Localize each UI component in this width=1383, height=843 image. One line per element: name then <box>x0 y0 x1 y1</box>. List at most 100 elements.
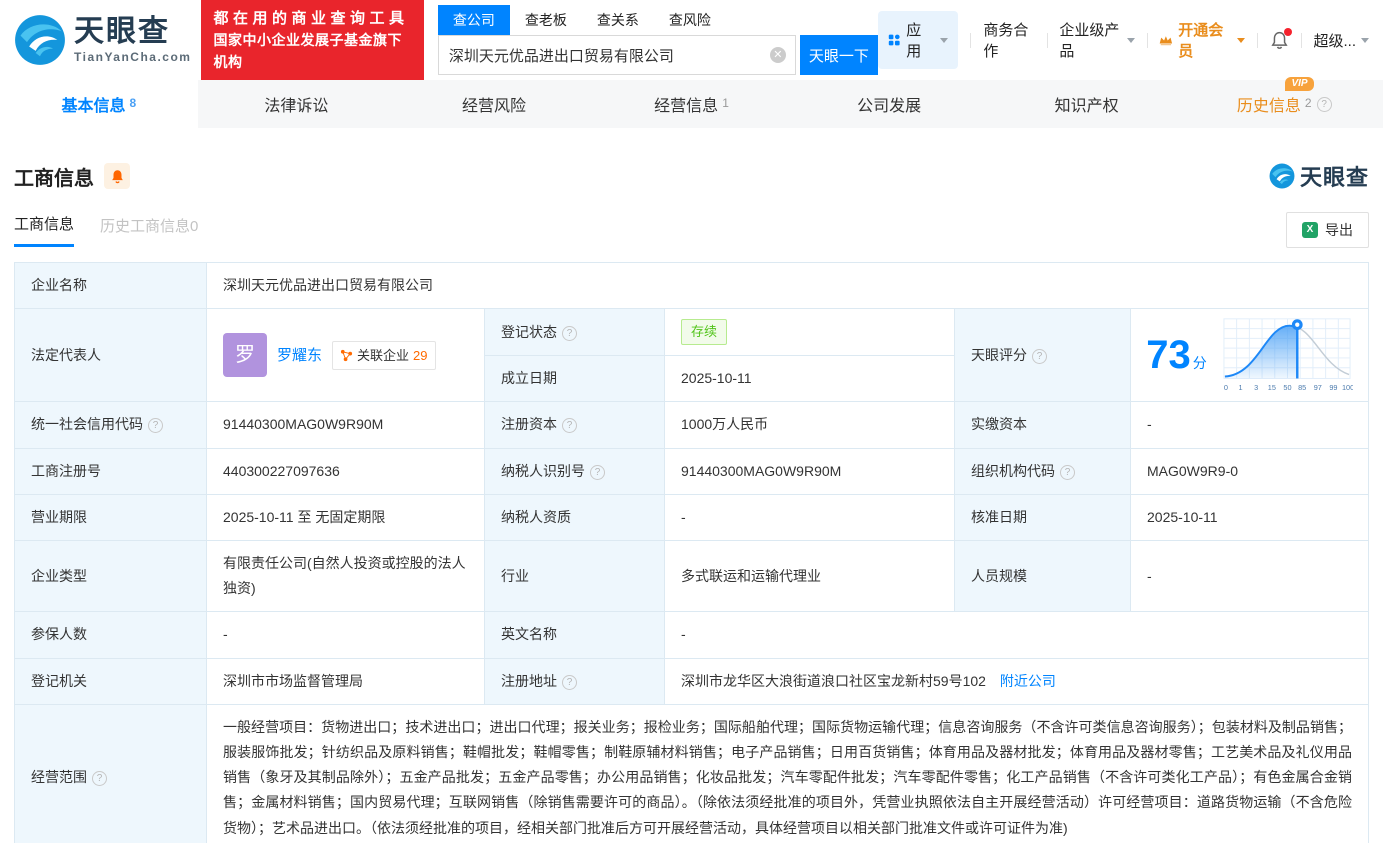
tab-label: 基本信息 <box>61 92 125 116</box>
taxpayer-quality-value: - <box>665 494 955 540</box>
export-button[interactable]: 导出 <box>1286 212 1369 248</box>
search-button[interactable]: 天眼一下 <box>800 35 878 75</box>
reg-status-value: 存续 <box>665 309 955 356</box>
section-title: 工商信息 <box>14 162 94 191</box>
table-row: 登记机关 深圳市市场监督管理局 注册地址 深圳市龙华区大浪街道浪口社区宝龙新村5… <box>15 658 1369 704</box>
score-label: 天眼评分 <box>955 309 1131 402</box>
tianyancha-logo[interactable]: 天眼查 TianYanCha.com <box>14 14 191 66</box>
related-companies-badge[interactable]: 关联企业 29 <box>332 341 435 370</box>
tab-count: 2 <box>1305 96 1312 110</box>
divider <box>1257 33 1258 48</box>
approval-date-label: 核准日期 <box>955 494 1131 540</box>
table-row: 营业期限 2025-10-11 至 无固定期限 纳税人资质 - 核准日期 202… <box>15 494 1369 540</box>
svg-text:50: 50 <box>1283 384 1291 393</box>
tab-company-development[interactable]: 公司发展 <box>790 80 988 128</box>
tab-history-info[interactable]: VIP 历史信息 2 <box>1185 80 1383 128</box>
related-companies-count: 29 <box>413 344 427 367</box>
help-icon[interactable] <box>562 418 577 433</box>
nearby-companies-link[interactable]: 附近公司 <box>1000 673 1056 689</box>
score-cell: 73分 <box>1131 309 1369 402</box>
reg-capital-value: 1000万人民币 <box>665 402 955 448</box>
help-icon[interactable] <box>590 465 605 480</box>
search-tab-relation[interactable]: 查关系 <box>582 5 654 35</box>
excel-icon <box>1302 222 1318 238</box>
tab-operation-risk[interactable]: 经营风险 <box>395 80 593 128</box>
tianyancha-watermark: 天眼查 <box>1269 160 1369 192</box>
apps-label: 应用 <box>906 19 929 61</box>
enterprise-products-menu[interactable]: 企业级产品 <box>1059 19 1134 61</box>
vip-badge: VIP <box>1285 77 1313 91</box>
slogan-line2: 国家中小企业发展子基金旗下机构 <box>213 30 411 73</box>
paid-capital-value: - <box>1131 402 1369 448</box>
label-text: 登记状态 <box>501 324 557 340</box>
label-text: 天眼评分 <box>971 347 1027 363</box>
help-icon[interactable] <box>148 418 163 433</box>
subtab-history-business-info[interactable]: 历史工商信息0 <box>100 215 198 246</box>
legal-rep-link[interactable]: 罗耀东 <box>277 342 322 369</box>
table-row: 统一社会信用代码 91440300MAG0W9R90M 注册资本 1000万人民… <box>15 402 1369 448</box>
tab-count: 8 <box>129 96 136 110</box>
help-icon[interactable] <box>562 326 577 341</box>
tab-basic-info[interactable]: 基本信息 8 <box>0 80 198 128</box>
monitor-bell-button[interactable] <box>104 163 130 189</box>
chevron-down-icon <box>940 38 948 43</box>
username: 超级... <box>1314 30 1357 51</box>
help-icon[interactable] <box>562 675 577 690</box>
open-vip-label: 开通会员 <box>1178 19 1227 61</box>
apps-menu[interactable]: 应用 <box>878 11 959 69</box>
search-tab-boss[interactable]: 查老板 <box>510 5 582 35</box>
staff-size-value: - <box>1131 541 1369 612</box>
table-row: 法定代表人 罗 罗耀东 关联企业 29 <box>15 309 1369 356</box>
help-icon[interactable] <box>1317 97 1332 112</box>
clear-input-icon[interactable] <box>770 47 786 63</box>
label-text: 组织机构代码 <box>971 463 1055 479</box>
tab-legal-proceedings[interactable]: 法律诉讼 <box>198 80 396 128</box>
tab-business-info[interactable]: 经营信息 1 <box>593 80 791 128</box>
search-area: 查公司 查老板 查关系 查风险 天眼一下 <box>438 5 878 75</box>
open-vip-menu[interactable]: 开通会员 <box>1159 19 1244 61</box>
label-text: 注册资本 <box>501 416 557 432</box>
business-term-value: 2025-10-11 至 无固定期限 <box>207 494 485 540</box>
top-nav: 应用 商务合作 企业级产品 开通会员 超级... <box>878 11 1369 69</box>
chevron-down-icon <box>1127 38 1135 43</box>
reg-number-label: 工商注册号 <box>15 448 207 494</box>
divider <box>970 33 971 48</box>
score-distribution-chart: 0 1 3 15 50 85 97 99 100 <box>1221 315 1353 395</box>
avatar[interactable]: 罗 <box>223 333 267 377</box>
search-tab-company[interactable]: 查公司 <box>438 5 510 35</box>
tab-label: 经营风险 <box>462 92 526 116</box>
approval-date-value: 2025-10-11 <box>1131 494 1369 540</box>
insured-count-value: - <box>207 612 485 658</box>
svg-text:1: 1 <box>1238 384 1242 393</box>
paid-capital-label: 实缴资本 <box>955 402 1131 448</box>
help-icon[interactable] <box>92 771 107 786</box>
tianyancha-logo-icon <box>1269 163 1295 189</box>
english-name-value: - <box>665 612 1369 658</box>
status-badge: 存续 <box>681 319 727 345</box>
search-input[interactable] <box>438 35 796 75</box>
tab-intellectual-property[interactable]: 知识产权 <box>988 80 1186 128</box>
svg-text:0: 0 <box>1224 384 1228 393</box>
help-icon[interactable] <box>1060 465 1075 480</box>
company-name-label: 企业名称 <box>15 263 207 309</box>
subtab-business-info[interactable]: 工商信息 <box>14 213 74 247</box>
org-code-value: MAG0W9R9-0 <box>1131 448 1369 494</box>
reg-authority-label: 登记机关 <box>15 658 207 704</box>
reg-number-value: 440300227097636 <box>207 448 485 494</box>
slogan-line1: 都在用的商业查询工具 <box>213 7 411 30</box>
reg-address-label: 注册地址 <box>485 658 665 704</box>
industry-label: 行业 <box>485 541 665 612</box>
reg-address-cell: 深圳市龙华区大浪街道浪口社区宝龙新村59号102 附近公司 <box>665 658 1369 704</box>
user-account-menu[interactable]: 超级... <box>1314 30 1370 51</box>
svg-text:97: 97 <box>1313 384 1321 393</box>
tab-count: 1 <box>722 96 729 110</box>
notification-badge-dot <box>1284 28 1292 36</box>
score-axis-labels: 0 1 3 15 50 85 97 99 100 <box>1224 384 1353 393</box>
business-coop-link[interactable]: 商务合作 <box>983 19 1034 61</box>
help-icon[interactable] <box>1032 349 1047 364</box>
table-row: 企业名称 深圳天元优品进出口贸易有限公司 <box>15 263 1369 309</box>
related-companies-label: 关联企业 <box>357 344 409 367</box>
notifications-bell[interactable] <box>1270 31 1289 50</box>
search-tab-risk[interactable]: 查风险 <box>654 5 726 35</box>
svg-text:99: 99 <box>1329 384 1337 393</box>
